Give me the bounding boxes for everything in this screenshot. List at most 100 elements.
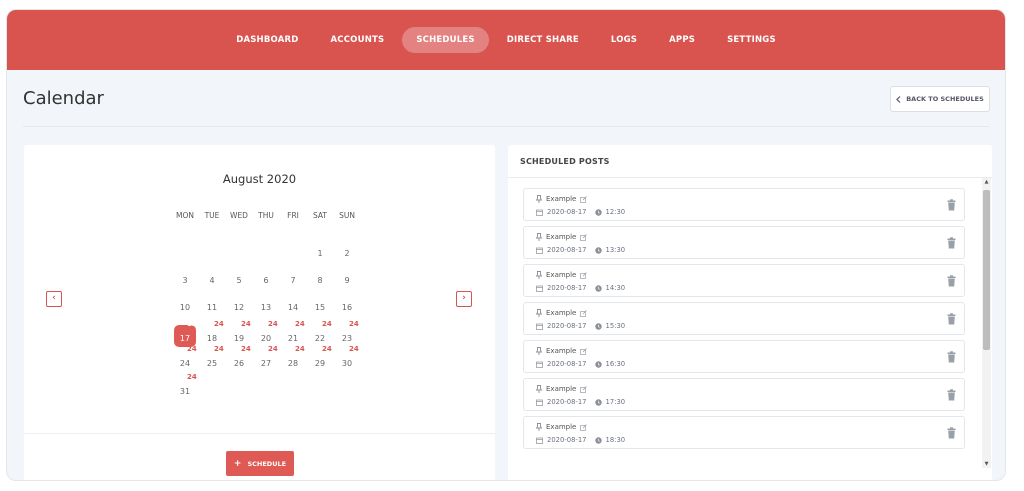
day-number: 27 [260, 359, 272, 368]
post-count-badge: 24 [241, 345, 251, 353]
pin-icon [536, 195, 542, 203]
calendar-day[interactable]: 15 [309, 297, 331, 319]
calendar-day[interactable]: 14 [282, 297, 304, 319]
calendar-day[interactable]: 30 24 [336, 345, 359, 372]
post-count-badge: 24 [187, 345, 197, 353]
calendar-day[interactable]: 7 [282, 270, 304, 292]
calendar-day[interactable]: 1 [309, 243, 331, 265]
edit-icon[interactable] [580, 271, 588, 279]
back-to-schedules-button[interactable]: BACK TO SCHEDULES [890, 86, 990, 112]
scheduled-post-item[interactable]: Example 2020-08-17 15:30 [523, 302, 965, 335]
weekday-label: THU [258, 211, 274, 220]
post-schedule-row: 2020-08-17 14:30 [536, 284, 625, 292]
post-schedule-row: 2020-08-17 13:30 [536, 246, 625, 254]
trash-icon[interactable] [947, 275, 956, 287]
calendar-day[interactable]: 26 24 [228, 345, 251, 372]
edit-icon[interactable] [580, 385, 588, 393]
post-time: 17:30 [605, 398, 626, 406]
chevron-right-icon: › [462, 293, 466, 303]
post-title-row: Example [536, 195, 588, 203]
day-number: 20 [260, 334, 272, 343]
post-title: Example [546, 347, 577, 355]
edit-icon[interactable] [580, 347, 588, 355]
schedule-button-label: SCHEDULE [247, 459, 287, 468]
clock-icon [594, 284, 602, 292]
posts-scrollbar[interactable]: ▲ ▼ [982, 178, 991, 468]
calendar-day[interactable]: 11 [201, 297, 223, 319]
trash-icon[interactable] [947, 351, 956, 363]
clock-icon [594, 208, 602, 216]
trash-icon[interactable] [947, 199, 956, 211]
scheduled-post-item[interactable]: Example 2020-08-17 12:30 [523, 188, 965, 221]
post-title-row: Example [536, 309, 588, 317]
post-count-badge: 12 [187, 320, 197, 328]
scheduled-post-item[interactable]: Example 2020-08-17 18:30 [523, 416, 965, 449]
calendar-day[interactable]: 2 [336, 243, 358, 265]
nav-schedules[interactable]: SCHEDULES [402, 27, 489, 53]
calendar-day[interactable]: 29 24 [309, 345, 332, 372]
edit-icon[interactable] [580, 423, 588, 431]
calendar-day[interactable]: 24 24 [174, 345, 197, 372]
edit-icon[interactable] [580, 195, 588, 203]
day-number: 29 [314, 359, 326, 368]
next-month-button[interactable]: › [456, 291, 472, 307]
nav-direct-share[interactable]: DIRECT SHARE [493, 27, 593, 53]
calendar-day[interactable]: 27 24 [255, 345, 278, 372]
calendar-day[interactable]: 5 [228, 270, 250, 292]
scheduled-post-item[interactable]: Example 2020-08-17 17:30 [523, 378, 965, 411]
post-count-badge: 24 [349, 320, 359, 328]
scroll-up-icon[interactable]: ▲ [982, 179, 991, 185]
post-date: 2020-08-17 [547, 284, 587, 292]
pin-icon [536, 385, 542, 393]
day-number: 6 [263, 276, 269, 285]
nav-apps[interactable]: APPS [655, 27, 709, 53]
trash-icon[interactable] [947, 389, 956, 401]
pin-icon [536, 309, 542, 317]
day-number: 2 [344, 249, 350, 258]
calendar-day[interactable]: 13 [255, 297, 277, 319]
post-time: 15:30 [605, 322, 626, 330]
post-count-badge: 24 [322, 345, 332, 353]
nav-settings[interactable]: SETTINGS [713, 27, 790, 53]
post-title-row: Example [536, 271, 588, 279]
edit-icon[interactable] [580, 309, 588, 317]
calendar-day[interactable]: 10 [174, 297, 196, 319]
calendar-day[interactable]: 6 [255, 270, 277, 292]
calendar-day[interactable]: 25 24 [201, 345, 224, 372]
scheduled-posts-header: SCHEDULED POSTS [520, 157, 610, 166]
scroll-down-icon[interactable]: ▼ [982, 461, 991, 467]
plus-icon: + [233, 458, 242, 469]
nav-dashboard[interactable]: DASHBOARD [222, 27, 312, 53]
trash-icon[interactable] [947, 237, 956, 249]
prev-month-button[interactable]: ‹ [46, 291, 62, 307]
scrollbar-thumb[interactable] [983, 190, 990, 350]
scheduled-post-item[interactable]: Example 2020-08-17 16:30 [523, 340, 965, 373]
posts-list[interactable]: Example 2020-08-17 12:30 Example 2020-08-17 1… [508, 178, 992, 468]
calendar-day[interactable]: 3 [174, 270, 196, 292]
scheduled-post-item[interactable]: Example 2020-08-17 14:30 [523, 264, 965, 297]
calendar-day[interactable]: 31 24 [174, 373, 197, 400]
trash-icon[interactable] [947, 427, 956, 439]
nav-logs[interactable]: LOGS [597, 27, 651, 53]
trash-icon[interactable] [947, 313, 956, 325]
day-number: 8 [317, 276, 323, 285]
post-title: Example [546, 385, 577, 393]
back-button-label: BACK TO SCHEDULES [906, 95, 984, 103]
post-count-badge: 24 [214, 320, 224, 328]
add-schedule-button[interactable]: + SCHEDULE [226, 451, 294, 476]
calendar-icon [536, 247, 543, 254]
scheduled-post-item[interactable]: Example 2020-08-17 13:30 [523, 226, 965, 259]
calendar-day[interactable]: 8 [309, 270, 331, 292]
calendar-day[interactable]: 9 [336, 270, 358, 292]
calendar-day[interactable]: 4 [201, 270, 223, 292]
edit-icon[interactable] [580, 233, 588, 241]
calendar-day[interactable]: 12 [228, 297, 250, 319]
calendar-day[interactable]: 28 24 [282, 345, 305, 372]
day-number: 23 [341, 334, 353, 343]
calendar-icon [536, 361, 543, 368]
post-time: 14:30 [605, 284, 626, 292]
post-title: Example [546, 423, 577, 431]
day-number: 13 [260, 303, 272, 312]
nav-accounts[interactable]: ACCOUNTS [317, 27, 399, 53]
calendar-day[interactable]: 16 [336, 297, 358, 319]
